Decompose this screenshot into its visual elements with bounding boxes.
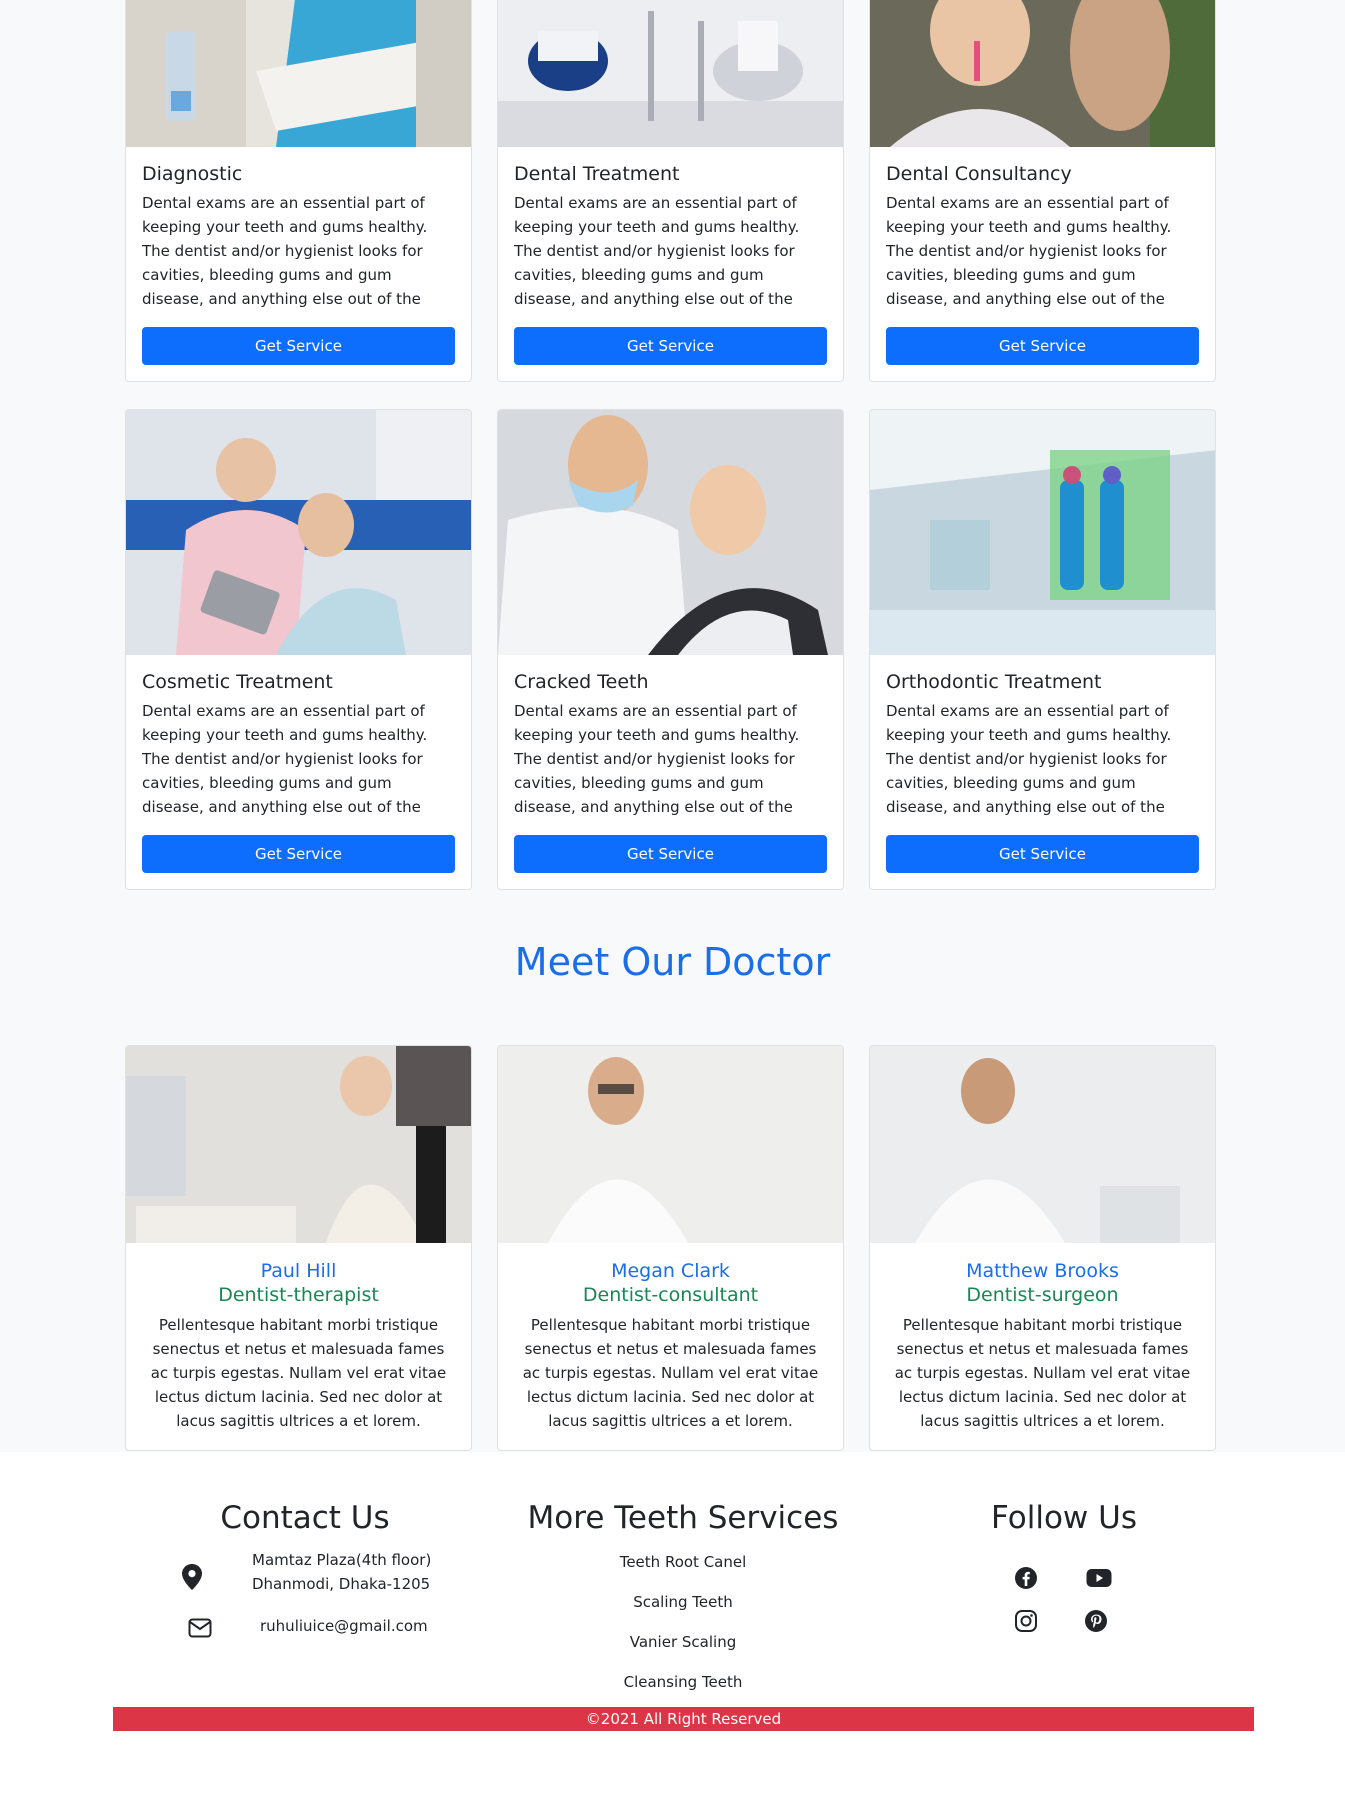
service-image-orthodontic-treatment (870, 410, 1215, 655)
doctor-photo (126, 1046, 471, 1243)
more-services-title: More Teeth Services (527, 1500, 839, 1536)
service-title: Dental Consultancy (886, 163, 1072, 185)
doctor-photo (870, 1046, 1215, 1243)
get-service-button[interactable]: Get Service (142, 835, 455, 873)
follow-section: Follow Us (960, 1500, 1168, 1632)
get-service-button[interactable]: Get Service (886, 327, 1199, 365)
service-card: Dental Treatment Dental exams are an ess… (497, 0, 844, 382)
contact-email[interactable]: ruhuliuice@gmail.com (260, 1614, 450, 1638)
doctor-role: Dentist-surgeon (966, 1284, 1119, 1306)
more-service-item[interactable]: Scaling Teeth (520, 1582, 846, 1622)
address-line-2: Dhanmodi, Dhaka-1205 (252, 1575, 431, 1593)
pinterest-icon[interactable] (1080, 1605, 1112, 1637)
facebook-icon[interactable] (1010, 1562, 1042, 1594)
doctor-card: Paul Hill Dentist-therapist Pellentesque… (125, 1045, 472, 1451)
doctor-card: Megan Clark Dentist-consultant Pellentes… (497, 1045, 844, 1451)
email-row: ruhuliuice@gmail.com (160, 1614, 450, 1638)
service-description: Dental exams are an essential part of ke… (886, 194, 1172, 308)
doctor-name: Megan Clark (611, 1260, 730, 1282)
service-description: Dental exams are an essential part of ke… (142, 194, 428, 308)
address-line-1: Mamtaz Plaza(4th floor) (252, 1551, 432, 1569)
location-pin-icon (182, 1564, 202, 1597)
service-image-dental-consultancy (870, 0, 1215, 147)
more-services-list: Teeth Root Canel Scaling Teeth Vanier Sc… (520, 1542, 846, 1702)
address-row: Mamtaz Plaza(4th floor) Dhanmodi, Dhaka-… (160, 1548, 450, 1596)
service-card: Dental Consultancy Dental exams are an e… (869, 0, 1216, 382)
contact-title: Contact Us (220, 1500, 390, 1536)
more-service-item[interactable]: Teeth Root Canel (520, 1542, 846, 1582)
get-service-button[interactable]: Get Service (514, 327, 827, 365)
service-description: Dental exams are an essential part of ke… (514, 702, 800, 816)
service-card: Cosmetic Treatment Dental exams are an e… (125, 409, 472, 890)
get-service-button[interactable]: Get Service (142, 327, 455, 365)
footer: Contact Us Mamtaz Plaza(4th floor) Dhanm… (0, 1452, 1345, 1794)
contact-section: Contact Us Mamtaz Plaza(4th floor) Dhanm… (160, 1500, 450, 1638)
service-title: Dental Treatment (514, 163, 680, 185)
service-description: Dental exams are an essential part of ke… (142, 702, 428, 816)
service-card: Diagnostic Dental exams are an essential… (125, 0, 472, 382)
service-title: Cracked Teeth (514, 671, 649, 693)
follow-title: Follow Us (991, 1500, 1137, 1536)
more-service-item[interactable]: Vanier Scaling (520, 1622, 846, 1662)
doctor-description: Pellentesque habitant morbi tristique se… (150, 1316, 447, 1430)
service-card: Orthodontic Treatment Dental exams are a… (869, 409, 1216, 890)
doctor-description: Pellentesque habitant morbi tristique se… (894, 1316, 1191, 1430)
service-image-cosmetic-treatment (126, 410, 471, 655)
instagram-icon[interactable] (1010, 1605, 1042, 1637)
more-service-item[interactable]: Cleansing Teeth (520, 1662, 846, 1702)
doctor-name: Matthew Brooks (966, 1260, 1119, 1282)
service-image-cracked-teeth (498, 410, 843, 655)
service-description: Dental exams are an essential part of ke… (886, 702, 1172, 816)
doctor-photo (498, 1046, 843, 1243)
more-services-section: More Teeth Services Teeth Root Canel Sca… (520, 1500, 846, 1702)
doctor-role: Dentist-therapist (218, 1284, 379, 1306)
service-description: Dental exams are an essential part of ke… (514, 194, 800, 308)
doctor-description: Pellentesque habitant morbi tristique se… (522, 1316, 819, 1430)
service-title: Orthodontic Treatment (886, 671, 1102, 693)
copyright-bar: ©2021 All Right Reserved (113, 1707, 1254, 1731)
doctor-role: Dentist-consultant (582, 1284, 759, 1306)
youtube-icon[interactable] (1083, 1562, 1115, 1594)
doctor-name: Paul Hill (260, 1260, 337, 1282)
service-title: Diagnostic (142, 163, 243, 185)
service-image-diagnostic (126, 0, 471, 147)
service-title: Cosmetic Treatment (142, 671, 333, 693)
service-image-dental-treatment (498, 0, 843, 147)
envelope-icon (188, 1618, 212, 1645)
get-service-button[interactable]: Get Service (514, 835, 827, 873)
service-card: Cracked Teeth Dental exams are an essent… (497, 409, 844, 890)
doctor-card: Matthew Brooks Dentist-surgeon Pellentes… (869, 1045, 1216, 1451)
meet-our-doctor-title: Meet Our Doctor (514, 940, 831, 984)
get-service-button[interactable]: Get Service (886, 835, 1199, 873)
